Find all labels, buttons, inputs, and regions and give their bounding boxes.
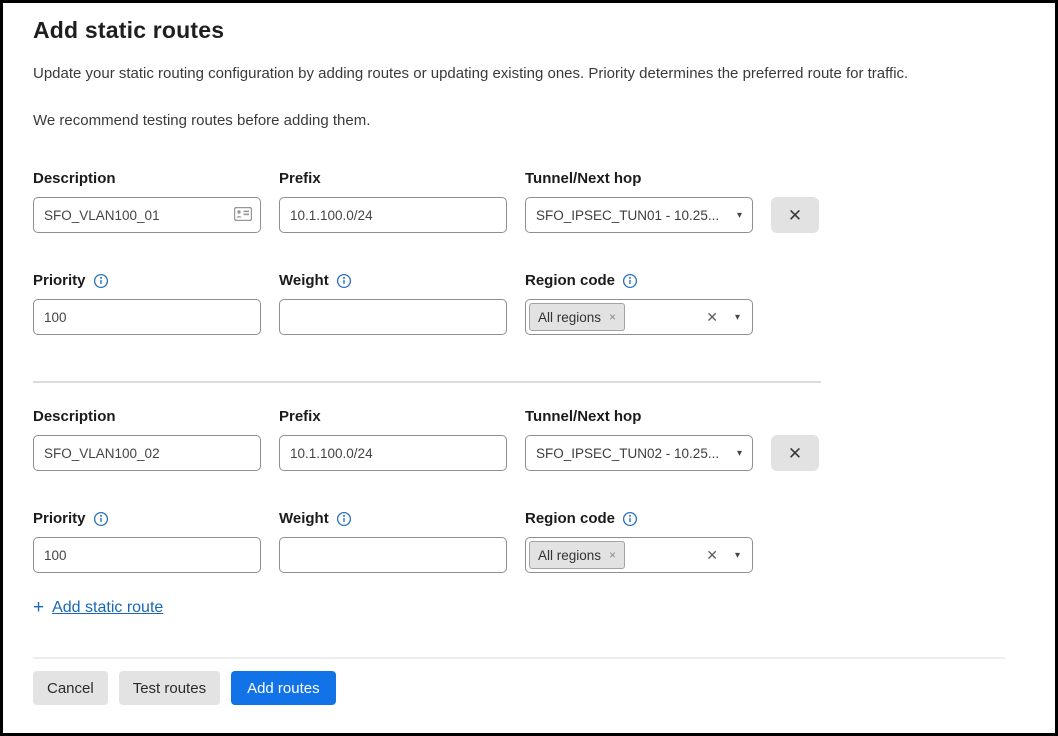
priority-label-text: Priority [33,271,86,291]
remove-route-button-2[interactable]: ✕ [771,435,819,471]
region-multiselect-1[interactable]: All regions × ✕ ▾ [525,299,753,335]
field-tunnel-2: Tunnel/Next hop SFO_IPSEC_TUN02 - 10.25.… [525,407,753,471]
chip-remove-icon[interactable]: × [609,548,616,562]
info-icon[interactable] [336,511,352,527]
region-chip-label: All regions [538,310,601,325]
region-multiselect-2[interactable]: All regions × ✕ ▾ [525,537,753,573]
prefix-input-1[interactable] [279,197,507,233]
description-input-1[interactable] [33,197,261,233]
priority-label: Priority [33,509,261,529]
tunnel-selected-value: SFO_IPSEC_TUN01 - 10.25... [536,208,719,223]
region-label: Region code [525,271,753,291]
field-prefix-1: Prefix [279,169,507,233]
tunnel-select-2[interactable]: SFO_IPSEC_TUN02 - 10.25... ▾ [525,435,753,471]
field-region-1: Region code All regions × [525,271,753,335]
weight-label: Weight [279,271,507,291]
test-routes-button[interactable]: Test routes [119,671,220,705]
description-label: Description [33,169,261,189]
field-description-2: Description [33,407,261,471]
footer-actions: Cancel Test routes Add routes [3,671,1055,705]
dialog-description: Update your static routing configuration… [33,65,1025,82]
priority-input-1[interactable] [33,299,261,335]
info-icon[interactable] [93,511,109,527]
tunnel-select-1[interactable]: SFO_IPSEC_TUN01 - 10.25... ▾ [525,197,753,233]
region-chip: All regions × [529,541,625,569]
cancel-button[interactable]: Cancel [33,671,108,705]
remove-route-button-1[interactable]: ✕ [771,197,819,233]
weight-label-text: Weight [279,509,329,529]
page-title: Add static routes [33,3,1025,44]
info-icon[interactable] [336,273,352,289]
add-static-routes-dialog: Add static routes Update your static rou… [0,0,1058,736]
weight-label-text: Weight [279,271,329,291]
chevron-down-icon[interactable]: ▾ [735,550,740,561]
field-description-1: Description [33,169,261,233]
clear-selection-icon[interactable]: ✕ [706,309,718,326]
region-label-text: Region code [525,509,615,529]
chevron-down-icon: ▾ [737,210,742,221]
tunnel-selected-value: SFO_IPSEC_TUN02 - 10.25... [536,446,719,461]
add-static-route-row: + Add static route [33,597,1025,619]
field-weight-1: Weight [279,271,507,335]
routes-form: Description [33,169,1025,619]
clear-selection-icon[interactable]: ✕ [706,547,718,564]
region-label: Region code [525,509,753,529]
chevron-down-icon: ▾ [737,448,742,459]
description-input-2[interactable] [33,435,261,471]
route-group-2: Description Prefix Tunnel/Next hop SFO_I… [33,407,1025,573]
field-weight-2: Weight [279,509,507,573]
prefix-label: Prefix [279,407,507,427]
add-routes-button[interactable]: Add routes [231,671,336,705]
route-group-1: Description [33,169,1025,335]
weight-label: Weight [279,509,507,529]
priority-input-2[interactable] [33,537,261,573]
field-region-2: Region code All regions × [525,509,753,573]
chevron-down-icon[interactable]: ▾ [735,312,740,323]
info-icon[interactable] [93,273,109,289]
region-chip: All regions × [529,303,625,331]
region-chip-label: All regions [538,548,601,563]
description-label: Description [33,407,261,427]
tunnel-label: Tunnel/Next hop [525,169,753,189]
chip-remove-icon[interactable]: × [609,310,616,324]
priority-label-text: Priority [33,509,86,529]
field-tunnel-1: Tunnel/Next hop SFO_IPSEC_TUN01 - 10.25.… [525,169,753,233]
region-label-text: Region code [525,271,615,291]
route-divider [33,381,821,383]
weight-input-1[interactable] [279,299,507,335]
field-prefix-2: Prefix [279,407,507,471]
field-priority-2: Priority [33,509,261,573]
tunnel-label: Tunnel/Next hop [525,407,753,427]
add-static-route-link[interactable]: Add static route [52,599,163,617]
plus-icon: + [33,597,44,619]
info-icon[interactable] [622,511,638,527]
dialog-note: We recommend testing routes before addin… [33,112,1025,129]
field-priority-1: Priority [33,271,261,335]
prefix-input-2[interactable] [279,435,507,471]
priority-label: Priority [33,271,261,291]
weight-input-2[interactable] [279,537,507,573]
footer-divider [33,657,1005,659]
info-icon[interactable] [622,273,638,289]
prefix-label: Prefix [279,169,507,189]
